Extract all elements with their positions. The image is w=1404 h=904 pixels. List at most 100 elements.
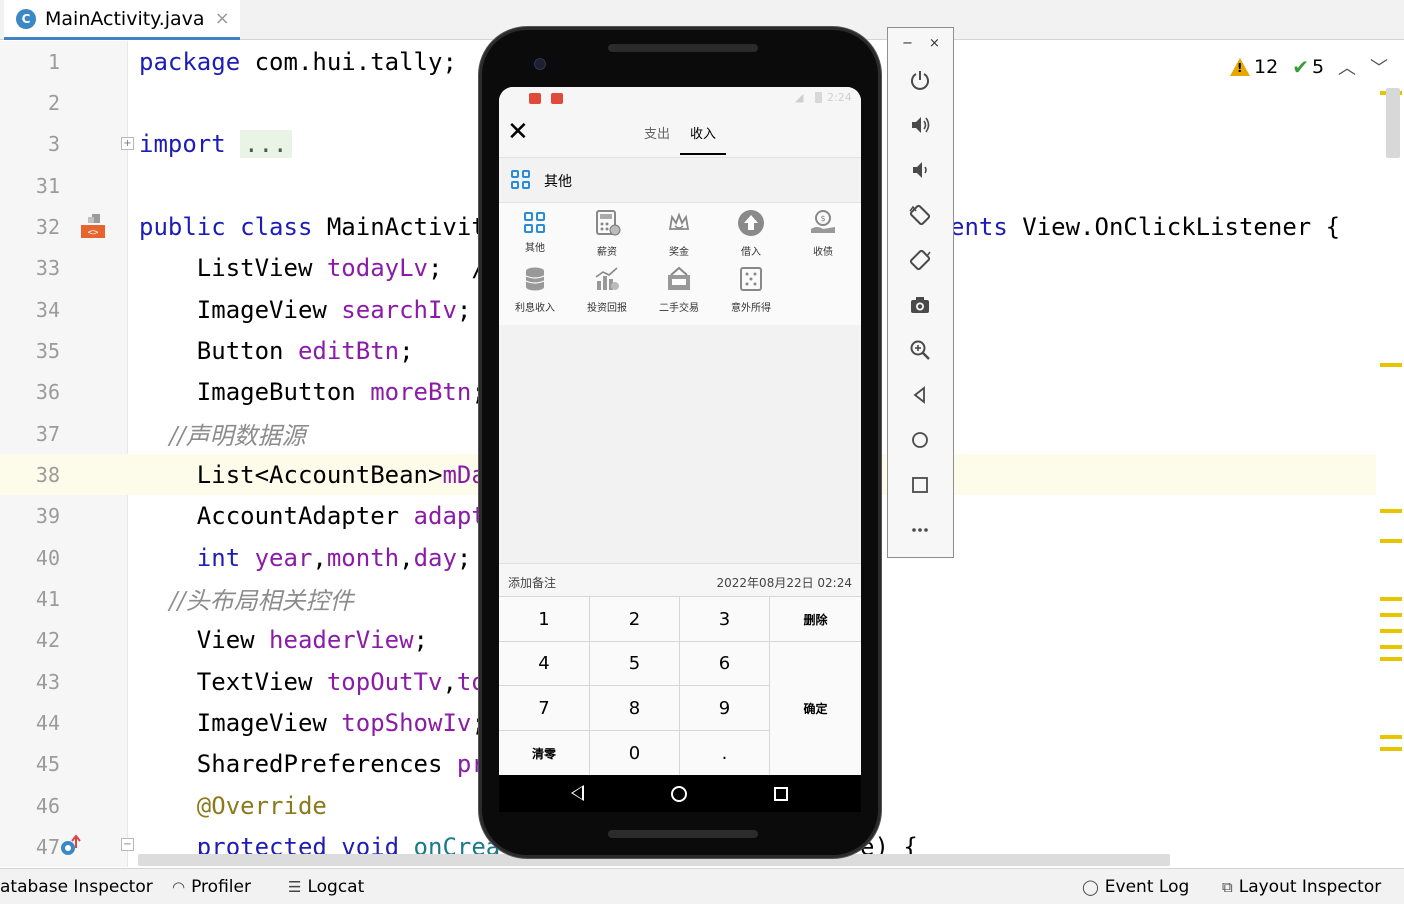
category-windfall[interactable]: 意外所得	[715, 259, 787, 315]
volume-down-button[interactable]	[906, 156, 934, 184]
category-other[interactable]: 其他	[499, 203, 571, 259]
tool-window-bar: atabase Inspector ◠ Profiler ☰ Logcat ◯ …	[0, 868, 1404, 904]
tool-label: Layout Inspector	[1238, 877, 1382, 897]
status-time: 2:24	[827, 91, 852, 104]
clear-button[interactable]: 清零	[499, 731, 590, 775]
fold-collapse-icon[interactable]: −	[121, 838, 134, 851]
tool-label: atabase Inspector	[0, 877, 153, 897]
tool-label: Profiler	[191, 877, 251, 897]
key-9[interactable]: 9	[680, 686, 770, 731]
folded-region[interactable]: ...	[240, 129, 292, 158]
code-text: SharedPreferences pr	[139, 749, 486, 778]
category-borrow-in[interactable]: 借入	[715, 203, 787, 259]
key-7[interactable]: 7	[499, 686, 590, 731]
front-camera	[534, 58, 546, 70]
inspections-widget[interactable]: 12 ✔ 5 ︿ ﹀	[1230, 54, 1388, 80]
code-text: AccountAdapter adapt	[139, 501, 486, 530]
database-inspector-button[interactable]: atabase Inspector	[0, 869, 153, 904]
volume-up-icon	[912, 117, 930, 133]
close-icon[interactable]: ✕	[507, 119, 529, 145]
code-text: View headerView;	[139, 625, 428, 654]
category-investment[interactable]: 投资回报	[571, 259, 643, 315]
warning-marker[interactable]	[1380, 645, 1402, 649]
tool-label: Logcat	[307, 877, 365, 897]
add-note-button[interactable]: 添加备注	[508, 574, 556, 591]
vertical-scrollbar[interactable]	[1386, 88, 1400, 158]
rotate-left-button[interactable]	[906, 201, 934, 229]
warning-marker[interactable]	[1380, 597, 1402, 601]
layout-xml-icon[interactable]: <>	[80, 214, 106, 238]
date-picker-button[interactable]: 2022年08月22日 02:24	[717, 574, 852, 591]
rotate-right-button[interactable]	[906, 246, 934, 274]
line-number: 39	[35, 503, 60, 528]
category-bonus[interactable]: 奖金	[643, 203, 715, 259]
home-button[interactable]	[906, 426, 934, 454]
category-collect-debt[interactable]: $ 收债	[787, 203, 859, 259]
warning-marker[interactable]	[1380, 657, 1402, 661]
fold-expand-icon[interactable]: +	[121, 137, 134, 150]
key-dot[interactable]: .	[680, 731, 770, 775]
nav-home-icon[interactable]	[671, 786, 687, 802]
device-screen[interactable]: ◢ 2:24 ✕ 支出 收入 其他 其他 薪资 奖金 借入 $ 收债 利息收入 …	[499, 87, 861, 812]
override-method-icon[interactable]	[58, 834, 84, 858]
warning-marker[interactable]	[1380, 613, 1402, 617]
key-3[interactable]: 3	[680, 597, 770, 642]
code-comment: //头布局相关控件	[139, 587, 354, 615]
gauge-icon: ◠	[172, 878, 186, 896]
key-6[interactable]: 6	[680, 642, 770, 686]
warning-marker[interactable]	[1380, 539, 1402, 543]
category-secondhand[interactable]: 二手交易	[643, 259, 715, 315]
code-text: public class MainActivity	[139, 212, 501, 241]
minimize-button[interactable]: −	[902, 36, 913, 51]
line-number: 32	[35, 214, 60, 239]
profiler-button[interactable]: ◠ Profiler	[172, 869, 251, 904]
layout-inspector-button[interactable]: ⧉ Layout Inspector	[1222, 869, 1381, 904]
nav-recents-icon[interactable]	[774, 787, 788, 801]
more-button[interactable]	[906, 516, 934, 544]
back-button[interactable]	[906, 381, 934, 409]
category-interest[interactable]: 利息收入	[499, 259, 571, 315]
tab-income[interactable]: 收入	[690, 123, 716, 142]
warning-marker[interactable]	[1380, 509, 1402, 513]
line-number: 37	[35, 421, 60, 446]
tab-label: MainActivity.java	[45, 7, 205, 30]
key-8[interactable]: 8	[590, 686, 680, 731]
power-button[interactable]	[906, 66, 934, 94]
speaker-grille	[608, 44, 758, 52]
close-icon[interactable]: ×	[215, 8, 230, 29]
key-5[interactable]: 5	[590, 642, 680, 686]
key-2[interactable]: 2	[590, 597, 680, 642]
svg-text:<>: <>	[88, 228, 99, 238]
tab-expense[interactable]: 支出	[644, 123, 670, 142]
screenshot-button[interactable]	[906, 291, 934, 319]
key-4[interactable]: 4	[499, 642, 590, 686]
close-button[interactable]: ×	[929, 36, 940, 51]
key-1[interactable]: 1	[499, 597, 590, 642]
event-log-button[interactable]: ◯ Event Log	[1082, 869, 1189, 904]
status-bar: ◢ 2:24	[499, 87, 861, 109]
overview-square-icon	[912, 477, 928, 493]
line-number: 47	[35, 834, 60, 859]
zoom-button[interactable]	[906, 336, 934, 364]
dice-icon	[740, 267, 762, 291]
svg-text:$: $	[820, 214, 825, 223]
overview-button[interactable]	[906, 471, 934, 499]
category-salary[interactable]: 薪资	[571, 203, 643, 259]
warning-marker[interactable]	[1380, 629, 1402, 633]
tool-label: Event Log	[1104, 877, 1190, 897]
warning-marker[interactable]	[1380, 735, 1402, 739]
warning-marker[interactable]	[1380, 363, 1402, 367]
key-0[interactable]: 0	[590, 731, 680, 775]
record-app-bar: ✕ 支出 收入	[499, 109, 861, 157]
chevron-down-icon[interactable]: ﹀	[1370, 54, 1388, 80]
chevron-up-icon[interactable]: ︿	[1338, 54, 1356, 80]
volume-up-button[interactable]	[906, 111, 934, 139]
delete-button[interactable]: 删除	[770, 597, 861, 642]
warning-marker[interactable]	[1380, 747, 1402, 751]
coin-stack-icon	[525, 267, 545, 291]
logcat-button[interactable]: ☰ Logcat	[288, 869, 364, 904]
rotate-left-icon	[909, 204, 931, 226]
tab-main-activity[interactable]: C MainActivity.java ×	[4, 0, 240, 40]
confirm-button[interactable]: 确定	[770, 642, 861, 775]
nav-back-icon[interactable]	[571, 785, 584, 801]
